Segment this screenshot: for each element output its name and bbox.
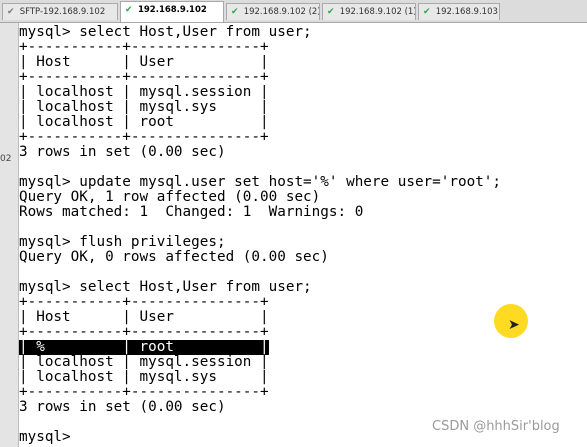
tab-check-icon: ✔ (7, 7, 15, 17)
terminal-line: +-----------+---------------+ (19, 384, 269, 400)
terminal-line: Rows matched: 1 Changed: 1 Warnings: 0 (19, 204, 364, 220)
terminal-line: | localhost | mysql.sys | (19, 99, 269, 115)
tab-check-icon: ✔ (231, 7, 239, 17)
gutter-mark: 02 (0, 154, 12, 164)
tab-active-session[interactable]: ✔ 192.168.9.102 (120, 1, 224, 22)
left-gutter: 02 (0, 23, 19, 447)
tab-label: SFTP-192.168.9.102 (19, 7, 106, 17)
tab-label: 192.168.9.102 (1) (339, 7, 416, 17)
tab-label: 192.168.9.102 (2) (243, 7, 320, 17)
terminal-line: | localhost | mysql.session | (19, 354, 269, 370)
tab-label: 192.168.9.103 (435, 7, 498, 17)
watermark: CSDN @hhhSir'blog (432, 419, 560, 434)
terminal-line-selected[interactable]: | % | root | (19, 340, 269, 355)
tab-check-icon: ✔ (125, 5, 133, 15)
terminal-line: | localhost | mysql.session | (19, 84, 269, 100)
terminal-line: +-----------+---------------+ (19, 69, 269, 85)
tab-session-103[interactable]: ✔ 192.168.9.103 (418, 3, 500, 20)
terminal-line: | Host | User | (19, 309, 269, 325)
terminal-line: Query OK, 1 row affected (0.00 sec) (19, 189, 321, 205)
terminal-line: Query OK, 0 rows affected (0.00 sec) (19, 249, 329, 265)
tab-session-2[interactable]: ✔ 192.168.9.102 (2) (226, 3, 320, 20)
tab-label: 192.168.9.102 (137, 5, 207, 15)
tab-check-icon: ✔ (423, 7, 431, 17)
terminal-line: | localhost | mysql.sys | (19, 369, 269, 385)
terminal-line: +-----------+---------------+ (19, 294, 269, 310)
terminal-prompt[interactable]: mysql> (19, 430, 79, 445)
terminal-line: mysql> select Host,User from user; (19, 24, 312, 40)
terminal-line: +-----------+---------------+ (19, 324, 269, 340)
terminal-line: 3 rows in set (0.00 sec) (19, 144, 226, 160)
mouse-pointer-icon: ➤ (508, 317, 520, 333)
terminal-line: mysql> select Host,User from user; (19, 279, 312, 295)
tab-session-1[interactable]: ✔ 192.168.9.102 (1) (322, 3, 416, 20)
terminal-line: | localhost | root | (19, 114, 269, 130)
terminal-line: 3 rows in set (0.00 sec) (19, 399, 226, 415)
terminal-line: | Host | User | (19, 54, 269, 70)
tab-sftp[interactable]: ✔ SFTP-192.168.9.102 (2, 3, 118, 20)
terminal-line: mysql> flush privileges; (19, 234, 226, 250)
tab-bar: ✔ SFTP-192.168.9.102 ✔ 192.168.9.102 ✔ 1… (0, 0, 587, 23)
terminal-line: +-----------+---------------+ (19, 129, 269, 145)
tab-check-icon: ✔ (327, 7, 335, 17)
terminal-line: +-----------+---------------+ (19, 39, 269, 55)
terminal-line: mysql> update mysql.user set host='%' wh… (19, 174, 502, 190)
terminal-output[interactable]: mysql> select Host,User from user; +----… (19, 23, 587, 447)
